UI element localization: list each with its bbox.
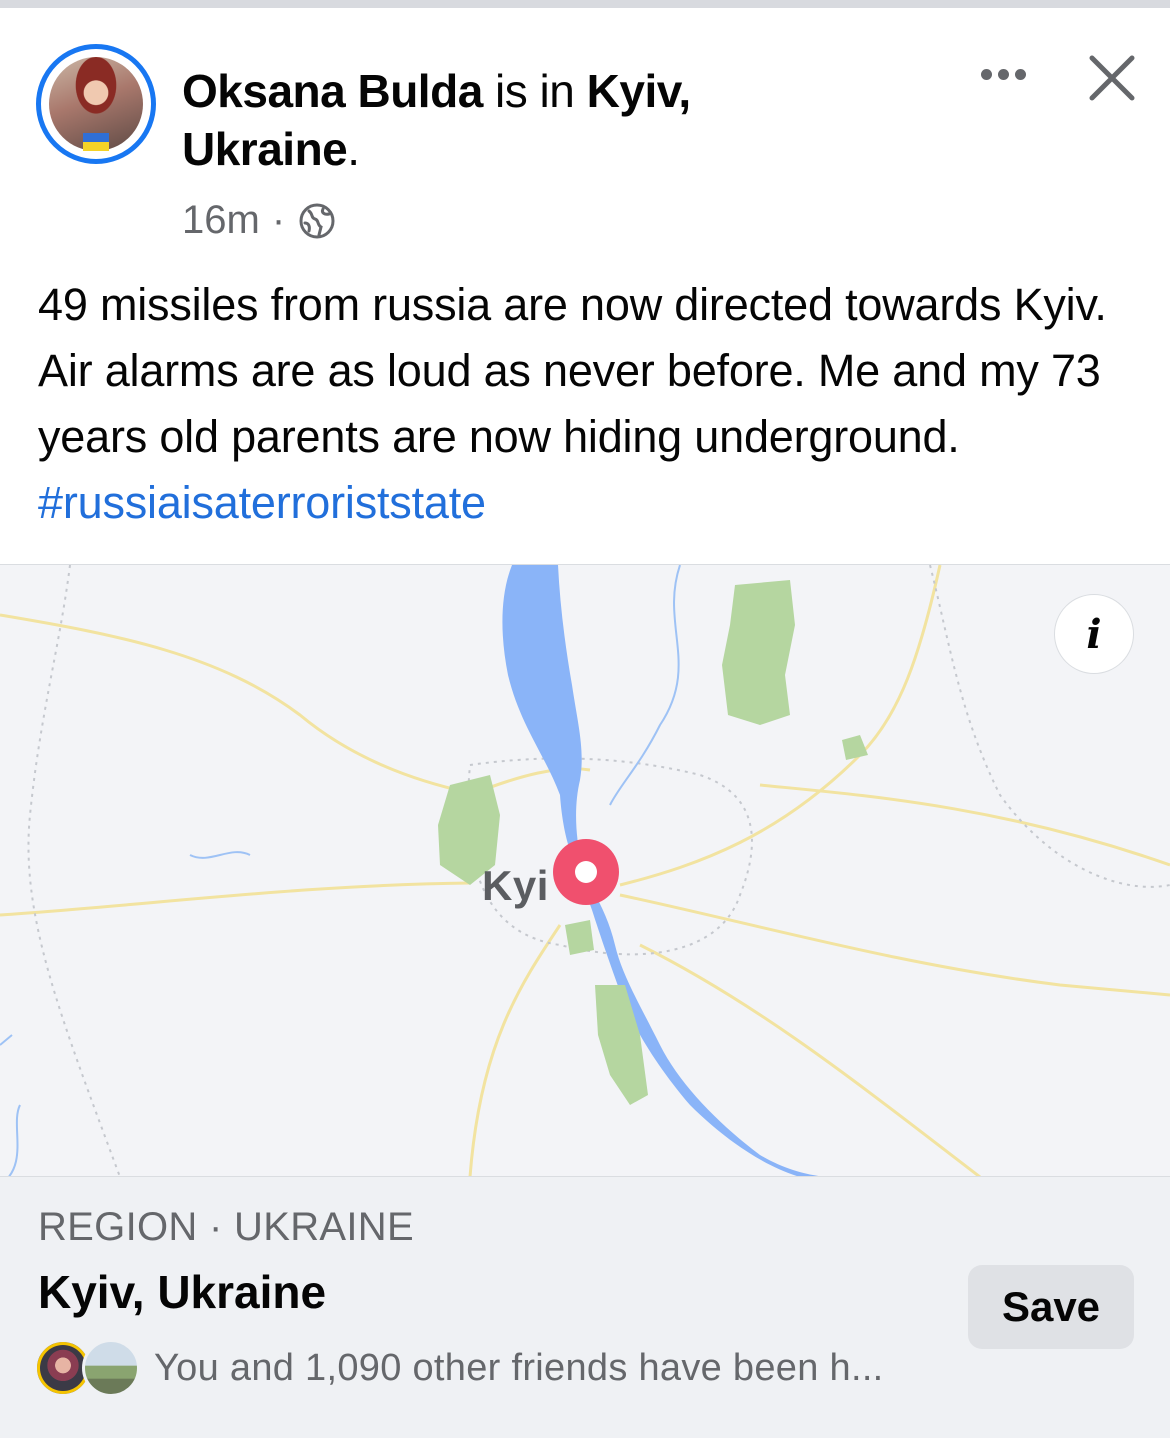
location-pin-icon: [553, 839, 619, 905]
location-link-second[interactable]: Ukraine: [182, 123, 348, 175]
map-city-label: Kyi: [482, 862, 549, 909]
close-icon[interactable]: [1082, 48, 1142, 108]
post-header-text: Oksana Bulda is in Kyiv, Ukraine.: [182, 62, 782, 178]
place-name[interactable]: Kyiv, Ukraine: [38, 1265, 326, 1319]
meta-separator: ·: [271, 198, 286, 242]
period: .: [347, 123, 360, 175]
info-icon[interactable]: i: [1054, 594, 1134, 674]
hashtag-link[interactable]: #russiaisaterroriststate: [38, 477, 486, 528]
location-link-first[interactable]: Kyiv,: [587, 65, 692, 117]
friends-visited-row[interactable]: You and 1,090 other friends have been h.…: [34, 1339, 884, 1397]
post-body: 49 missiles from russia are now directed…: [38, 272, 1148, 536]
place-card[interactable]: REGION · UKRAINE Kyiv, Ukraine You and 1…: [0, 1176, 1170, 1438]
friend-avatar: [82, 1339, 140, 1397]
is-in-text: is in: [482, 65, 587, 117]
post-meta: 16m ·: [182, 198, 337, 243]
top-divider: [0, 0, 1170, 8]
post-text: 49 missiles from russia are now directed…: [38, 279, 1107, 462]
ukraine-flag-icon: [83, 133, 109, 151]
post-time[interactable]: 16m: [182, 198, 260, 243]
more-options-icon[interactable]: [972, 56, 1034, 92]
save-button[interactable]: Save: [968, 1265, 1134, 1349]
globe-icon: [299, 203, 335, 238]
author-avatar[interactable]: [36, 44, 156, 164]
place-region: REGION · UKRAINE: [38, 1205, 414, 1249]
author-name[interactable]: Oksana Bulda: [182, 65, 483, 117]
friends-visited-text: You and 1,090 other friends have been h.…: [154, 1346, 884, 1389]
